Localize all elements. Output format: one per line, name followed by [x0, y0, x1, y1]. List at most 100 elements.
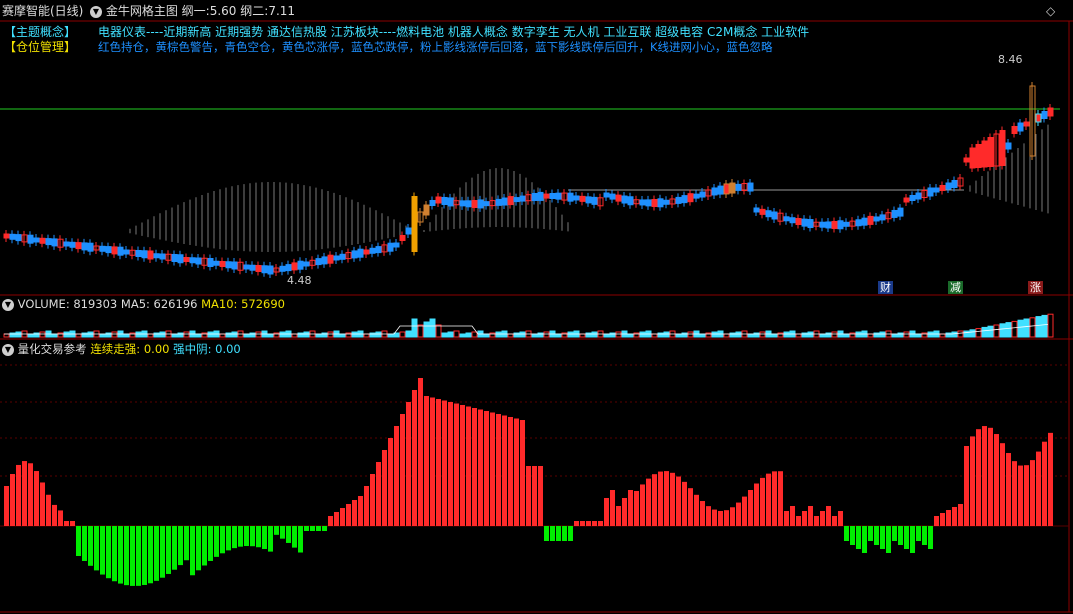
quant-bar-positive	[574, 521, 579, 526]
candle-body	[339, 253, 346, 260]
candle-body	[375, 246, 382, 254]
quant-bar-positive	[940, 513, 945, 526]
volume-bar	[441, 332, 448, 338]
candle-body	[111, 246, 118, 255]
quant-bar-negative	[868, 526, 873, 541]
volume-bar	[957, 330, 964, 338]
quant-bar-negative	[172, 526, 177, 570]
candle-body	[465, 200, 472, 208]
volume-bar	[1005, 322, 1012, 338]
candle-body	[663, 199, 670, 205]
quant-bar-positive	[682, 481, 687, 526]
candle-body	[909, 195, 916, 201]
quant-bar-positive	[616, 506, 621, 526]
volume-bar	[639, 331, 646, 338]
volume-bar	[429, 318, 436, 338]
candle-body	[45, 238, 52, 246]
quant-bar-positive	[622, 498, 627, 526]
volume-bar	[231, 331, 238, 338]
candle-body	[81, 242, 88, 251]
volume-bar	[807, 331, 814, 338]
quant-bar-negative	[76, 526, 81, 556]
candle-body	[969, 147, 976, 169]
candle-body	[939, 185, 946, 191]
quant-bar-positive	[700, 501, 705, 526]
quant-bar-negative	[910, 526, 915, 553]
candle-body	[975, 144, 982, 168]
candle-body	[915, 192, 922, 200]
volume-bar	[303, 331, 310, 338]
quant-bar-negative	[880, 526, 885, 549]
quant-bar-positive	[406, 402, 411, 526]
candle-body	[855, 219, 862, 227]
quant-bar-positive	[598, 521, 603, 526]
candle-body	[267, 265, 274, 275]
quant-bar-negative	[148, 526, 153, 584]
volume-bar	[579, 333, 586, 338]
candle-body	[1023, 121, 1030, 127]
candle-body	[333, 255, 340, 261]
candle-body	[591, 196, 598, 205]
volume-bar	[15, 331, 22, 338]
event-tag-rise[interactable]: 涨	[1028, 281, 1043, 294]
volume-bar	[993, 324, 1000, 338]
quant-bar-positive	[388, 438, 393, 526]
volume-bar	[447, 331, 454, 338]
volume-bar	[471, 331, 478, 338]
ma5-value: 626196	[153, 297, 198, 311]
quant-bar-positive	[52, 504, 57, 526]
candle-body	[441, 196, 448, 205]
quant-bar-positive	[532, 466, 537, 526]
volume-bar	[1023, 318, 1030, 338]
quant-bar-positive	[1042, 441, 1047, 526]
quant-bar-negative	[256, 526, 261, 548]
volume-value: 819303	[73, 297, 118, 311]
quant-header: ▼ 量化交易参考 连续走强: 0.00 强中阴: 0.00	[2, 342, 241, 356]
volume-bar	[915, 333, 922, 338]
event-tag-finance[interactable]: 财	[878, 281, 893, 294]
volume-bar	[399, 331, 406, 338]
quant-bar-positive	[712, 509, 717, 526]
volume-bar	[1035, 316, 1042, 338]
quant-bar-positive	[766, 473, 771, 526]
candle-body	[255, 265, 262, 272]
volume-bar	[159, 331, 166, 338]
quant-bar-positive	[784, 511, 789, 526]
candle-body	[213, 260, 220, 266]
quant-bar-positive	[580, 521, 585, 526]
volume-bar	[819, 333, 826, 338]
candle-body	[951, 180, 958, 188]
quant-label: 量化交易参考	[17, 342, 87, 356]
collapse-arrow-icon[interactable]: ▼	[2, 298, 14, 311]
candle-body	[519, 195, 526, 202]
volume-bar	[219, 333, 226, 338]
quant-bar-positive	[964, 446, 969, 526]
quant-bar-negative	[196, 526, 201, 571]
volume-bar	[435, 324, 442, 338]
candle-body	[981, 140, 988, 168]
candle-body	[159, 253, 166, 260]
quant-bar-negative	[310, 526, 315, 531]
quant-bar-positive	[718, 510, 723, 526]
volume-bar	[543, 331, 550, 338]
quant-bar-positive	[592, 521, 597, 526]
volume-header: ▼ VOLUME: 819303 MA5: 626196 MA10: 57269…	[2, 297, 285, 311]
candle-body	[411, 196, 418, 252]
candle-body	[987, 137, 994, 167]
candle-body	[477, 199, 484, 209]
candle-body	[825, 221, 832, 229]
volume-bar	[465, 332, 472, 338]
collapse-arrow-icon[interactable]: ▼	[2, 343, 14, 356]
quant-bar-positive	[520, 420, 525, 526]
volume-bar	[687, 331, 694, 338]
candle-body	[177, 254, 184, 264]
event-tag-reduce[interactable]: 减	[948, 281, 963, 294]
quant-bar-positive	[640, 484, 645, 526]
candle-body	[639, 199, 646, 206]
volume-bar	[39, 331, 46, 338]
candle-body	[51, 238, 58, 247]
candle-body	[723, 183, 730, 195]
quant-bar-positive	[400, 414, 405, 526]
candle-body	[873, 216, 880, 222]
candle-body	[585, 196, 592, 204]
